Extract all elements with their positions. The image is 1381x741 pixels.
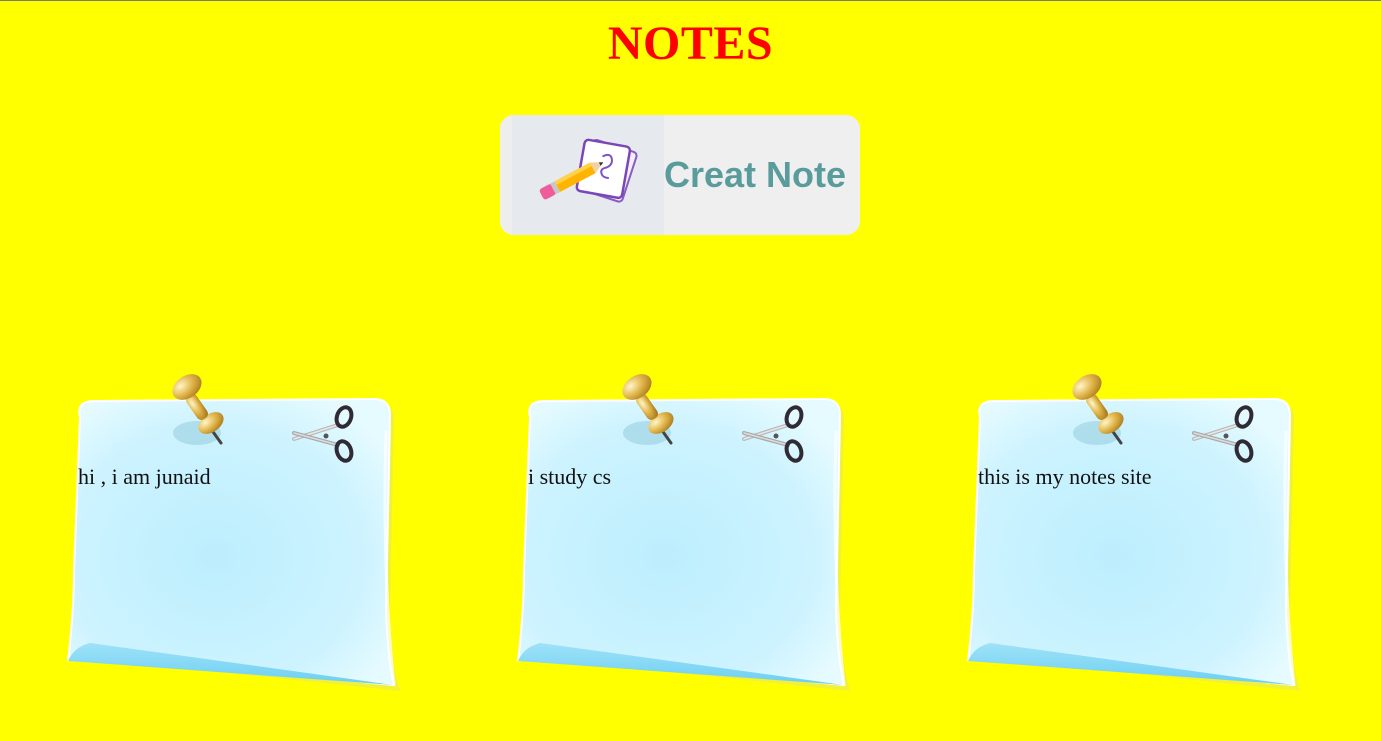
- create-note-icon-pane: [500, 115, 664, 235]
- pushpin-icon: [172, 374, 224, 445]
- pencil-paper-icon: [539, 138, 638, 203]
- note-text[interactable]: hi , i am junaid: [78, 463, 358, 491]
- create-note-label: Creat Note: [664, 154, 847, 195]
- note-card: hi , i am junaid: [60, 371, 400, 701]
- pushpin-icon: [1072, 374, 1124, 445]
- note-text[interactable]: i study cs: [528, 463, 808, 491]
- note-card: this is my notes site: [960, 371, 1300, 701]
- scissors-icon[interactable]: [1192, 405, 1256, 463]
- note-text[interactable]: this is my notes site: [978, 463, 1258, 491]
- page-title: NOTES: [607, 17, 774, 70]
- scissors-icon[interactable]: [292, 405, 356, 463]
- pushpin-icon: [622, 374, 674, 445]
- note-card: i study cs: [510, 371, 850, 701]
- scissors-icon[interactable]: [742, 405, 806, 463]
- create-note-button[interactable]: Creat Note: [500, 115, 860, 235]
